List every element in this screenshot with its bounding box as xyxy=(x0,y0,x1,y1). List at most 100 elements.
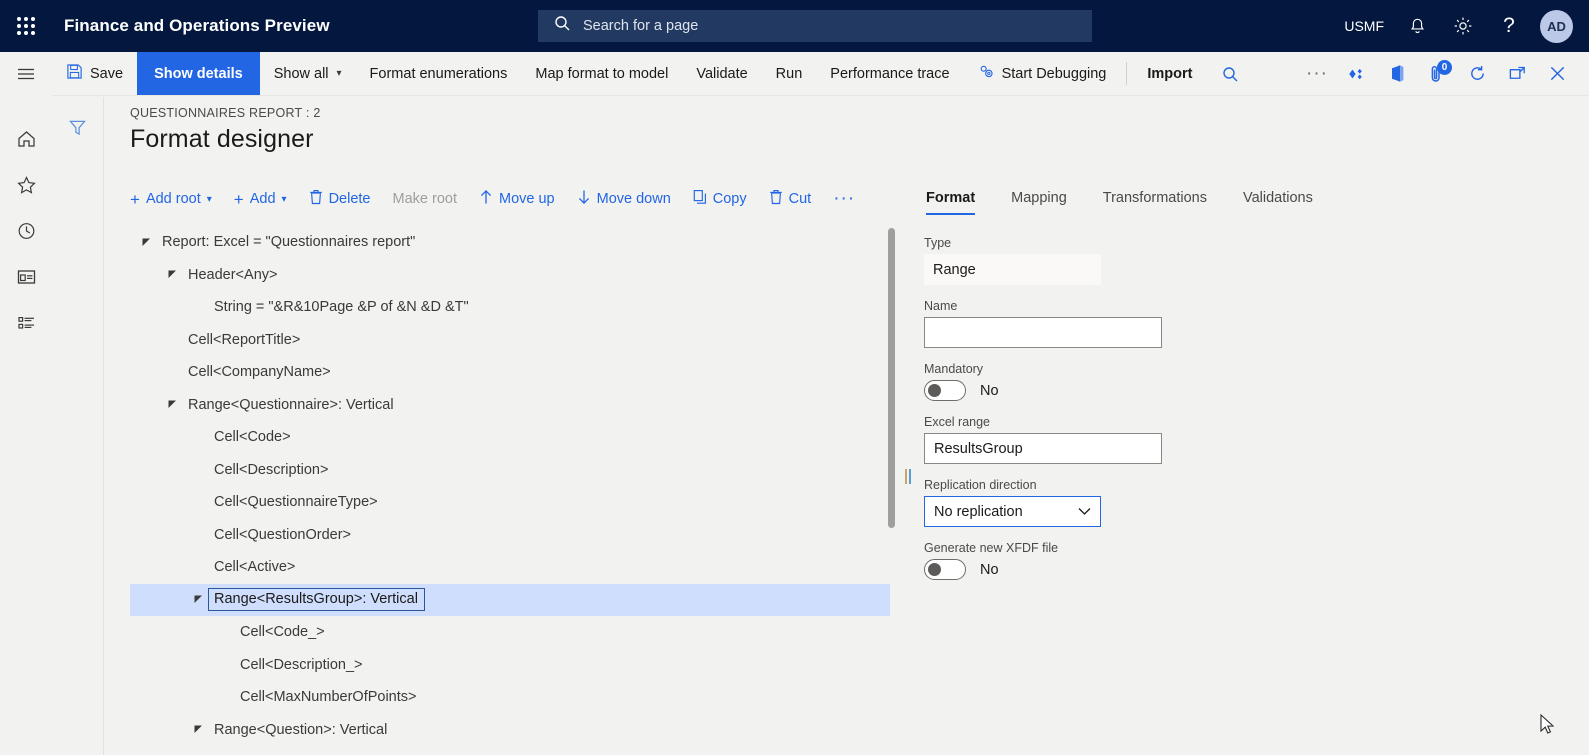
name-field-group: Name xyxy=(924,299,1344,348)
tree-node[interactable]: Range<Question>: Vertical xyxy=(130,714,890,747)
generate-xfdf-field-group: Generate new XFDF file No xyxy=(924,541,1344,580)
tree-expander-expanded-icon[interactable] xyxy=(190,595,206,604)
tree-node[interactable]: Cell<CompanyName> xyxy=(130,356,890,389)
save-button[interactable]: Save xyxy=(52,52,137,95)
star-icon[interactable] xyxy=(0,162,52,208)
run-button[interactable]: Run xyxy=(762,52,817,95)
office-icon[interactable] xyxy=(1377,52,1417,96)
app-launcher-icon[interactable] xyxy=(0,0,52,52)
tree-node-label: Range<ResultsGroup>: Vertical xyxy=(208,588,425,612)
tree-node[interactable]: String = "&R&10Page &P of &N &D &T" xyxy=(130,291,890,324)
company-selector[interactable]: USMF xyxy=(1334,0,1394,52)
copy-button[interactable]: Copy xyxy=(682,183,758,215)
move-down-button[interactable]: Move down xyxy=(566,183,682,215)
action-pane: Save Show details Show all ▾ Format enum… xyxy=(52,52,1589,96)
format-enumerations-button[interactable]: Format enumerations xyxy=(356,52,522,95)
add-root-button[interactable]: + Add root ▾ xyxy=(130,183,223,215)
home-icon[interactable] xyxy=(0,116,52,162)
replication-direction-label: Replication direction xyxy=(924,478,1037,492)
question-mark-icon[interactable]: ? xyxy=(1486,0,1532,52)
tree-node[interactable]: Cell<Code_> xyxy=(130,616,890,649)
open-in-new-window-icon[interactable] xyxy=(1497,52,1537,96)
tree-node[interactable]: Cell<ReportTitle> xyxy=(130,324,890,357)
tree-node[interactable]: Cell<Description> xyxy=(130,454,890,487)
tab-transformations[interactable]: Transformations xyxy=(1085,190,1225,215)
tree-expander-expanded-icon[interactable] xyxy=(164,400,180,409)
tab-format[interactable]: Format xyxy=(920,190,993,215)
left-navigation-rail xyxy=(0,52,52,755)
bell-icon[interactable] xyxy=(1394,0,1440,52)
tree-node-label: Cell<Active> xyxy=(214,559,296,576)
ellipsis-icon[interactable]: ··· xyxy=(1297,52,1337,96)
performance-trace-button[interactable]: Performance trace xyxy=(816,52,963,95)
show-all-button[interactable]: Show all ▾ xyxy=(260,52,356,95)
tree-node-label: Report: Excel = "Questionnaires report" xyxy=(162,234,416,251)
clock-icon[interactable] xyxy=(0,208,52,254)
tree-node[interactable]: Cell<QuestionnaireType> xyxy=(130,486,890,519)
excel-range-input[interactable]: ResultsGroup xyxy=(924,433,1162,464)
validate-button[interactable]: Validate xyxy=(682,52,761,95)
tree-expander-expanded-icon[interactable] xyxy=(190,725,206,734)
top-bar-right-group: USMF ? AD xyxy=(1334,0,1589,52)
cut-label: Cut xyxy=(788,191,812,207)
filter-funnel-icon[interactable] xyxy=(68,119,87,755)
replication-direction-select[interactable]: No replication xyxy=(924,496,1101,527)
page-header: QUESTIONNAIRES REPORT : 2 Format designe… xyxy=(130,106,321,154)
tree-node-label: String = "&R&10Page &P of &N &D &T" xyxy=(214,299,469,316)
attachment-count-badge: 0 xyxy=(1437,59,1452,75)
tree-node[interactable]: Range<Questionnaire>: Vertical xyxy=(130,389,890,422)
map-format-to-model-button[interactable]: Map format to model xyxy=(521,52,682,95)
replication-direction-field-group: Replication direction No replication xyxy=(924,478,1344,527)
show-details-button[interactable]: Show details xyxy=(137,52,260,95)
tree-overflow-menu[interactable]: ··· xyxy=(822,183,866,215)
name-input[interactable] xyxy=(924,317,1162,348)
tab-validations[interactable]: Validations xyxy=(1225,190,1331,215)
move-up-button[interactable]: Move up xyxy=(468,183,566,215)
tab-mapping[interactable]: Mapping xyxy=(993,190,1085,215)
tree-node[interactable]: Range<ResultsGroup>: Vertical xyxy=(130,583,890,616)
mandatory-value: No xyxy=(980,382,999,399)
generate-xfdf-toggle[interactable] xyxy=(924,559,966,580)
tree-node[interactable]: Cell<QuestionOrder> xyxy=(130,519,890,552)
start-debugging-label: Start Debugging xyxy=(1001,65,1107,82)
delete-button[interactable]: Delete xyxy=(298,183,382,215)
tree-expander-expanded-icon[interactable] xyxy=(164,270,180,279)
close-x-icon[interactable] xyxy=(1537,52,1577,96)
format-tree[interactable]: Report: Excel = "Questionnaires report" H… xyxy=(130,226,890,755)
import-button[interactable]: Import xyxy=(1133,52,1206,95)
tree-scrollbar[interactable] xyxy=(888,228,895,528)
copy-icon xyxy=(693,189,707,209)
add-root-label: Add root xyxy=(145,191,201,207)
tree-node[interactable]: Cell<MaxNumberOfPoints> xyxy=(130,681,890,714)
generate-xfdf-label: Generate new XFDF file xyxy=(924,541,1059,555)
search-icon[interactable] xyxy=(1210,52,1250,96)
share-diamond-icon[interactable] xyxy=(1337,52,1377,96)
chevron-down-icon: ▾ xyxy=(336,68,342,79)
tree-node[interactable]: Cell<Active> xyxy=(130,551,890,584)
avatar[interactable]: AD xyxy=(1540,9,1573,43)
start-debugging-button[interactable]: Start Debugging xyxy=(964,52,1121,95)
refresh-icon[interactable] xyxy=(1457,52,1497,96)
workspace-icon[interactable] xyxy=(0,254,52,300)
modules-list-icon[interactable] xyxy=(0,300,52,346)
cut-button[interactable]: Cut xyxy=(758,183,823,215)
tree-node[interactable]: Cell<Description_> xyxy=(130,649,890,682)
search-input[interactable]: Search for a page xyxy=(538,10,1092,42)
tree-node-label: Cell<ReportTitle> xyxy=(188,331,301,348)
tree-node[interactable]: Header<Any> xyxy=(130,259,890,292)
plus-icon: + xyxy=(130,189,140,209)
tree-node[interactable]: Report: Excel = "Questionnaires report" xyxy=(130,226,890,259)
panel-splitter[interactable] xyxy=(905,468,911,484)
gear-icon[interactable] xyxy=(1440,0,1486,52)
tree-node-label: Cell<MaxNumberOfPoints> xyxy=(240,689,417,706)
tree-node[interactable]: Cell<Code> xyxy=(130,421,890,454)
paperclip-icon[interactable]: 0 xyxy=(1417,52,1457,96)
hamburger-icon[interactable] xyxy=(0,52,52,96)
search-icon xyxy=(554,15,571,37)
add-button[interactable]: + Add ▾ xyxy=(223,183,298,215)
format-properties-panel: Type Range Name Mandatory No Excel range… xyxy=(924,236,1344,594)
type-field-group: Type Range xyxy=(924,236,1344,285)
mandatory-toggle[interactable] xyxy=(924,380,966,401)
generate-xfdf-value: No xyxy=(980,561,999,578)
tree-expander-expanded-icon[interactable] xyxy=(138,238,154,247)
